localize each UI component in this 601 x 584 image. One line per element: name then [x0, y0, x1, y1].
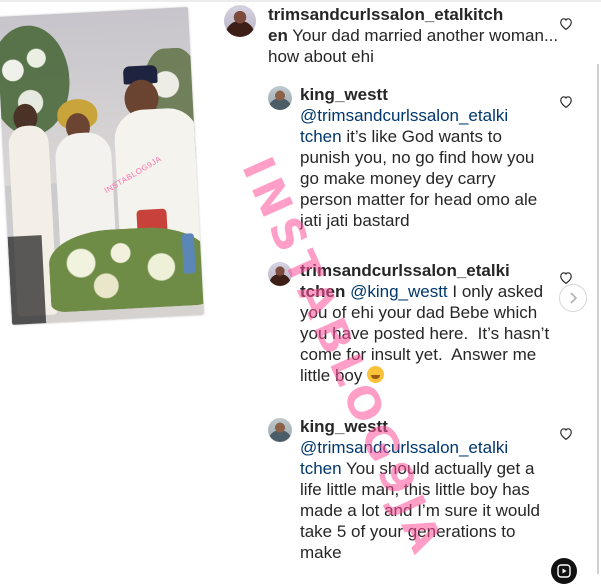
reels-icon[interactable]	[551, 558, 577, 584]
comment-4: king_westt @trimsandcurlssalon_etalki tch…	[300, 416, 550, 563]
avatar[interactable]	[268, 418, 292, 442]
instagram-comments-screenshot: INSTABLOG9JA trimsandcurlssalon_etalkitc…	[0, 0, 601, 584]
heart-icon[interactable]	[559, 427, 573, 440]
comment-3: trimsandcurlssalon_etalkitchen @king_wes…	[300, 260, 550, 386]
comment-username-continued[interactable]: en	[268, 26, 288, 45]
post-photo[interactable]: INSTABLOG9JA	[0, 7, 204, 325]
heart-icon[interactable]	[559, 17, 573, 30]
avatar[interactable]	[268, 262, 292, 286]
scrollbar[interactable]	[597, 64, 599, 574]
smiling-face-emoji-icon	[367, 366, 385, 383]
comment-username[interactable]: trimsandcurlssalon_etalkitch	[268, 5, 503, 24]
heart-icon[interactable]	[559, 271, 573, 284]
comment-username[interactable]: king_westt	[300, 85, 388, 104]
comment-2: king_westt @trimsandcurlssalon_etalki tch…	[300, 84, 550, 231]
comment-1: trimsandcurlssalon_etalkitchen Your dad …	[268, 4, 568, 67]
next-button[interactable]	[559, 284, 587, 312]
avatar[interactable]	[224, 5, 256, 37]
avatar[interactable]	[268, 86, 292, 110]
top-divider	[0, 0, 601, 2]
photo-dark-figure	[7, 235, 47, 325]
comment-username[interactable]: trimsandcurlssalon_etalki	[300, 261, 510, 280]
comment-username-continued[interactable]: tchen	[300, 282, 345, 301]
heart-icon[interactable]	[559, 95, 573, 108]
photo-bottle	[181, 233, 196, 274]
comment-body: Your dad married another woman... how ab…	[268, 26, 563, 66]
comment-mention[interactable]: @king_westt	[350, 282, 448, 301]
photo-table-flowers	[47, 224, 204, 313]
comment-username[interactable]: king_westt	[300, 417, 388, 436]
chevron-right-icon	[570, 292, 578, 304]
